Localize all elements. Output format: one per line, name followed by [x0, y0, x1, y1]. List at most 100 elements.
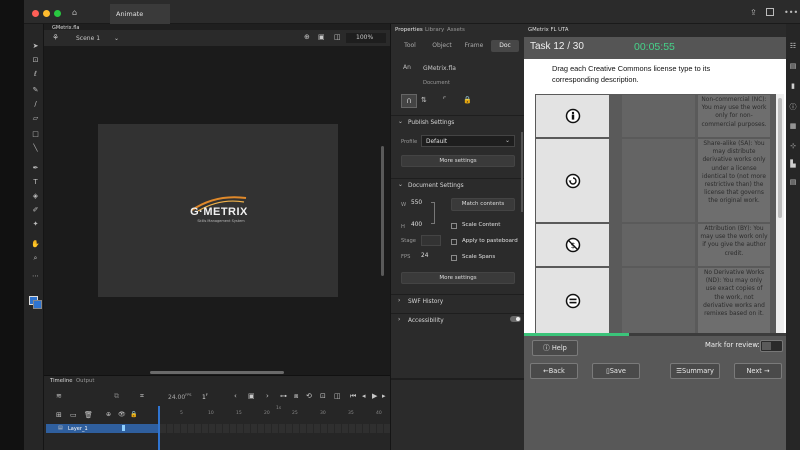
zoom-select[interactable]: 100%	[346, 33, 386, 43]
play-icon[interactable]: ▶	[372, 392, 377, 400]
fullscreen-icon[interactable]	[766, 8, 774, 16]
minimize-window-button[interactable]	[43, 10, 50, 17]
frame-ruler[interactable]: 1s 5 10 15 20 25 30 35 40	[160, 406, 390, 416]
pen-icon[interactable]: ✒	[31, 164, 40, 172]
publish-settings-header[interactable]: ⌄ Publish Settings	[391, 115, 525, 129]
doc-more-settings-button[interactable]: More settings	[401, 272, 515, 284]
insert-keyframe-icon[interactable]: ▣	[248, 392, 255, 400]
vertical-scrollbar[interactable]	[381, 146, 384, 276]
line-icon[interactable]: ╲	[31, 144, 40, 152]
drop-zone-1[interactable]	[622, 95, 695, 137]
summary-button[interactable]: ☰Summary	[670, 363, 720, 379]
step-forward-icon[interactable]: ▸	[382, 392, 386, 400]
subtab-frame[interactable]: Frame	[459, 40, 489, 52]
zoom-window-button[interactable]	[54, 10, 61, 17]
edge-icon[interactable]: ⌜	[443, 96, 446, 104]
subtab-object[interactable]: Object	[427, 40, 457, 52]
camera-layer-icon[interactable]: ◫	[334, 392, 341, 400]
stage[interactable]: G·METRIX Skills Management System	[98, 124, 338, 297]
document-settings-header[interactable]: ⌄ Document Settings	[391, 178, 525, 192]
magnet-icon[interactable]: ∩	[401, 94, 417, 108]
horizontal-scrollbar[interactable]	[150, 371, 284, 374]
license-nd-card[interactable]	[536, 268, 609, 334]
zoom-tool-icon[interactable]: ⌕	[31, 254, 40, 262]
new-layer-icon[interactable]: ⊞	[56, 411, 62, 419]
components-icon[interactable]: ▤	[789, 178, 797, 186]
apply-pasteboard-checkbox[interactable]	[451, 239, 457, 245]
fps-display[interactable]: 24.00FPS	[168, 393, 192, 401]
license-sa-card[interactable]	[536, 139, 609, 222]
library-icon[interactable]: ▤	[789, 62, 797, 70]
prev-keyframe-icon[interactable]: ‹	[234, 392, 237, 400]
paint-bucket-icon[interactable]: ◈	[31, 192, 40, 200]
tab-output[interactable]: Output	[76, 378, 94, 384]
height-value[interactable]: 400	[411, 222, 422, 228]
layer-color-outline[interactable]	[122, 425, 125, 431]
share-icon[interactable]: ⇪	[750, 8, 757, 17]
license-nc-card[interactable]	[536, 95, 609, 137]
tween-icon[interactable]: ⊡	[320, 392, 326, 400]
save-button[interactable]: ▯Save	[592, 363, 640, 379]
layer-row[interactable]: ▤ Layer_1	[46, 424, 158, 433]
free-transform-icon[interactable]: ⊡	[31, 56, 40, 64]
layer-frames[interactable]	[160, 424, 390, 433]
back-button[interactable]: ←Back	[530, 363, 578, 379]
props-scrollbar[interactable]	[521, 132, 523, 212]
exam-scrollbar-thumb[interactable]	[778, 98, 782, 218]
align-icon[interactable]: ⓘ	[789, 102, 797, 112]
hand-icon[interactable]: ✋	[31, 240, 40, 248]
fps-value[interactable]: 24	[421, 253, 428, 259]
new-folder-icon[interactable]: ▭	[70, 411, 77, 419]
edit-multiple-icon[interactable]: ⧈	[294, 392, 298, 401]
color-icon[interactable]: ▮	[789, 82, 797, 90]
chart-icon[interactable]: ▙	[789, 160, 797, 168]
next-keyframe-icon[interactable]: ›	[266, 392, 269, 400]
layer-options-icon[interactable]: ⊕	[106, 411, 111, 418]
step-back-icon[interactable]: ◂	[362, 392, 366, 400]
pencil-icon[interactable]: /	[31, 100, 40, 108]
rectangle-icon[interactable]: □	[31, 130, 40, 138]
tab-timeline[interactable]: Timeline	[50, 378, 73, 384]
text-tool-icon[interactable]: T	[31, 178, 40, 186]
swf-history-header[interactable]: › SWF History	[391, 294, 525, 308]
drop-zone-4[interactable]	[622, 268, 695, 334]
eyedropper-icon[interactable]: ✐	[31, 206, 40, 214]
onion-icon[interactable]: ⊶	[280, 392, 287, 400]
help-button[interactable]: ⓘ Help	[532, 340, 578, 356]
more-icon[interactable]: •••	[784, 8, 798, 17]
properties-icon[interactable]: ☷	[789, 42, 797, 50]
clip-icon[interactable]: ▣	[318, 33, 325, 41]
home-icon[interactable]: ⌂	[72, 8, 77, 17]
scale-spans-checkbox[interactable]	[451, 255, 457, 261]
lock-icon[interactable]: 🔒	[463, 96, 472, 104]
layers-icon[interactable]: ≋	[56, 392, 62, 400]
selection-tool-icon[interactable]: ➤	[31, 42, 40, 50]
accessibility-header[interactable]: › Accessibility	[391, 313, 525, 327]
link-dimensions-icon[interactable]	[431, 202, 435, 224]
swatches-icon[interactable]: ▦	[789, 122, 797, 130]
exam-scrollbar-track[interactable]	[776, 94, 784, 357]
subtab-tool[interactable]: Tool	[395, 40, 425, 52]
center-stage-icon[interactable]: ⊕	[304, 33, 310, 41]
subtab-doc[interactable]: Doc	[491, 40, 519, 52]
width-value[interactable]: 550	[411, 200, 422, 206]
app-tab[interactable]: Animate	[110, 4, 170, 24]
tab-library[interactable]: Library	[425, 27, 444, 33]
show-hide-icon[interactable]: 👁	[118, 411, 126, 418]
lasso-icon[interactable]: ℓ	[31, 70, 40, 78]
close-window-button[interactable]	[32, 10, 39, 17]
drop-zone-3[interactable]	[622, 224, 695, 266]
publish-more-settings-button[interactable]: More settings	[401, 155, 515, 167]
drop-zone-2[interactable]	[622, 139, 695, 222]
fill-color-swatch[interactable]	[33, 300, 42, 309]
tab-assets[interactable]: Assets	[447, 27, 465, 33]
graph-icon[interactable]: ⌗	[140, 392, 144, 401]
camera-icon[interactable]: ◫	[334, 33, 341, 41]
tab-properties[interactable]: Properties	[395, 27, 423, 33]
license-by-card[interactable]: $	[536, 224, 609, 266]
document-tab[interactable]: GMetrix.fla	[52, 25, 79, 31]
onion-skin-icon[interactable]: ⧉	[114, 392, 119, 401]
accessibility-toggle[interactable]	[510, 316, 521, 322]
stage-color-swatch[interactable]	[421, 235, 441, 246]
scale-content-checkbox[interactable]	[451, 223, 457, 229]
